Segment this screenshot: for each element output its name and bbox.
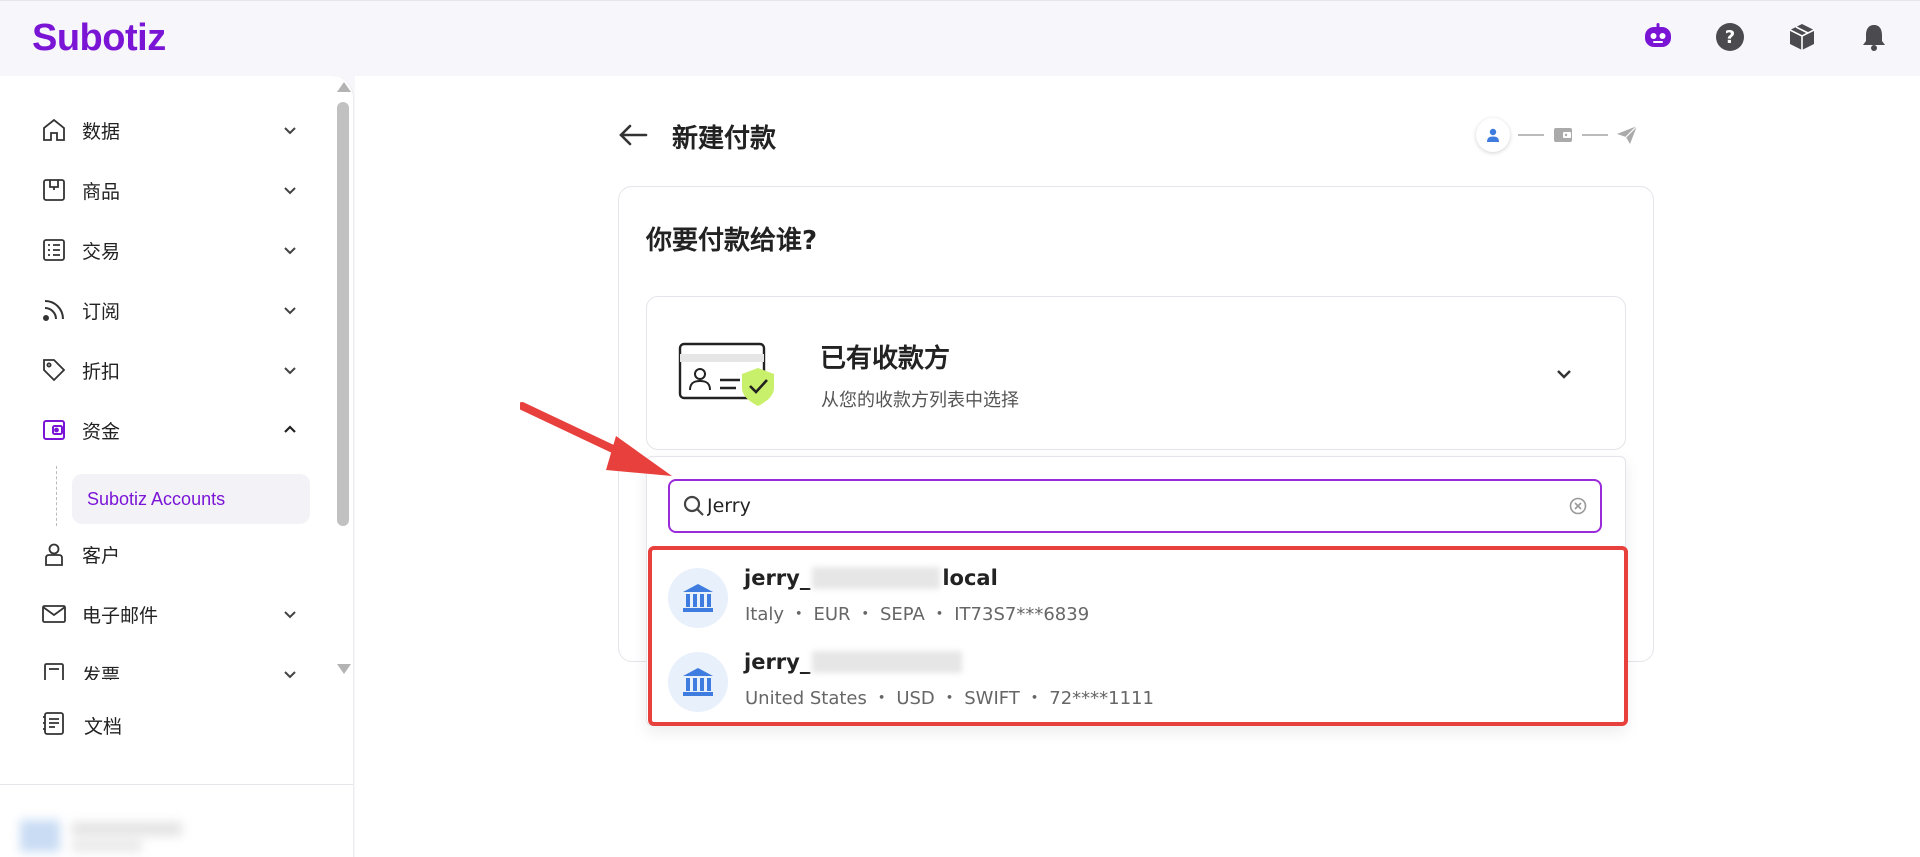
user-icon	[40, 540, 68, 568]
sidebar-item-label: 发票	[82, 664, 121, 681]
store-icon	[40, 176, 68, 204]
annotation-arrow-icon	[520, 402, 672, 476]
sidebar-item-customers[interactable]: 客户	[40, 534, 300, 574]
back-arrow-icon[interactable]	[616, 118, 650, 152]
chevron-down-icon	[284, 187, 296, 195]
scroll-up-arrow[interactable]	[337, 82, 351, 92]
sidebar-divider	[0, 784, 353, 785]
sidebar: 数据 商品 交易 订阅 折扣 资金 Subotiz Accounts 客户 电子…	[0, 76, 354, 857]
step-connector	[1518, 134, 1544, 136]
wallet-icon	[40, 416, 68, 444]
tag-icon	[40, 356, 68, 384]
sidebar-item-label: 数据	[82, 120, 121, 143]
sidebar-item-label: 商品	[82, 180, 121, 203]
sidebar-subitem-subotiz-accounts[interactable]: Subotiz Accounts	[72, 474, 310, 524]
existing-payee-selector[interactable]	[646, 296, 1626, 450]
step-connector	[1582, 134, 1608, 136]
sidebar-item-email[interactable]: 电子邮件	[40, 594, 300, 634]
chevron-down-icon	[284, 367, 296, 375]
chevron-up-icon	[284, 425, 296, 433]
step-indicator	[1476, 118, 1638, 152]
sidebar-item-docs[interactable]: 文档	[40, 710, 122, 740]
tree-line	[56, 466, 57, 526]
scroll-down-arrow[interactable]	[337, 664, 351, 674]
sidebar-item-label: 订阅	[82, 300, 121, 323]
chevron-down-icon[interactable]	[1552, 362, 1576, 386]
payee-search-input[interactable]	[707, 490, 1557, 522]
payee-card-illustration	[678, 340, 782, 408]
invoice-icon	[40, 660, 68, 680]
step-wallet-icon	[1552, 124, 1574, 146]
document-icon	[40, 710, 66, 740]
payee-subtitle: 从您的收款方列表中选择	[821, 390, 1019, 411]
sidebar-nav: 数据 商品 交易 订阅 折扣 资金 Subotiz Accounts 客户 电子…	[0, 76, 334, 680]
sidebar-item-label: 资金	[82, 420, 121, 443]
card-heading: 你要付款给谁?	[646, 226, 818, 256]
sidebar-item-label: 折扣	[82, 360, 121, 383]
clear-icon[interactable]	[1568, 496, 1588, 516]
help-icon[interactable]: ?	[1714, 21, 1746, 53]
chevron-down-icon	[284, 127, 296, 135]
chevron-down-icon	[284, 671, 296, 679]
notification-bell-icon[interactable]	[1858, 21, 1890, 53]
ai-assistant-icon[interactable]	[1642, 21, 1674, 53]
package-icon[interactable]	[1786, 21, 1818, 53]
chevron-down-icon	[284, 611, 296, 619]
payee-title: 已有收款方	[820, 344, 951, 374]
sidebar-item-data[interactable]: 数据	[40, 110, 300, 150]
sidebar-item-funds[interactable]: 资金	[40, 410, 300, 450]
page-title: 新建付款	[672, 124, 777, 154]
sidebar-item-label: 文档	[84, 715, 123, 738]
sidebar-item-subscriptions[interactable]: 订阅	[40, 290, 300, 330]
sidebar-item-transactions[interactable]: 交易	[40, 230, 300, 270]
step-send-icon	[1616, 124, 1638, 146]
account-avatar-redacted[interactable]	[20, 816, 230, 856]
sidebar-item-products[interactable]: 商品	[40, 170, 300, 210]
results-highlight-box	[648, 546, 1628, 726]
top-icons: ?	[1642, 21, 1890, 53]
sidebar-item-label: 电子邮件	[82, 604, 159, 627]
sidebar-item-label: 交易	[82, 240, 121, 263]
scroll-thumb[interactable]	[337, 102, 349, 526]
top-bar: Subotiz ?	[0, 0, 1920, 76]
step-payee-icon	[1476, 118, 1510, 152]
list-icon	[40, 236, 68, 264]
sidebar-item-invoices[interactable]: 发票	[40, 654, 300, 680]
svg-text:?: ?	[1725, 27, 1735, 48]
logo[interactable]: Subotiz	[32, 17, 166, 60]
sidebar-item-discounts[interactable]: 折扣	[40, 350, 300, 390]
chevron-down-icon	[284, 247, 296, 255]
chevron-down-icon	[284, 307, 296, 315]
home-icon	[40, 116, 68, 144]
rss-icon	[40, 296, 68, 324]
mail-icon	[40, 600, 68, 628]
search-icon	[683, 495, 704, 516]
sidebar-item-label: 客户	[82, 544, 121, 567]
